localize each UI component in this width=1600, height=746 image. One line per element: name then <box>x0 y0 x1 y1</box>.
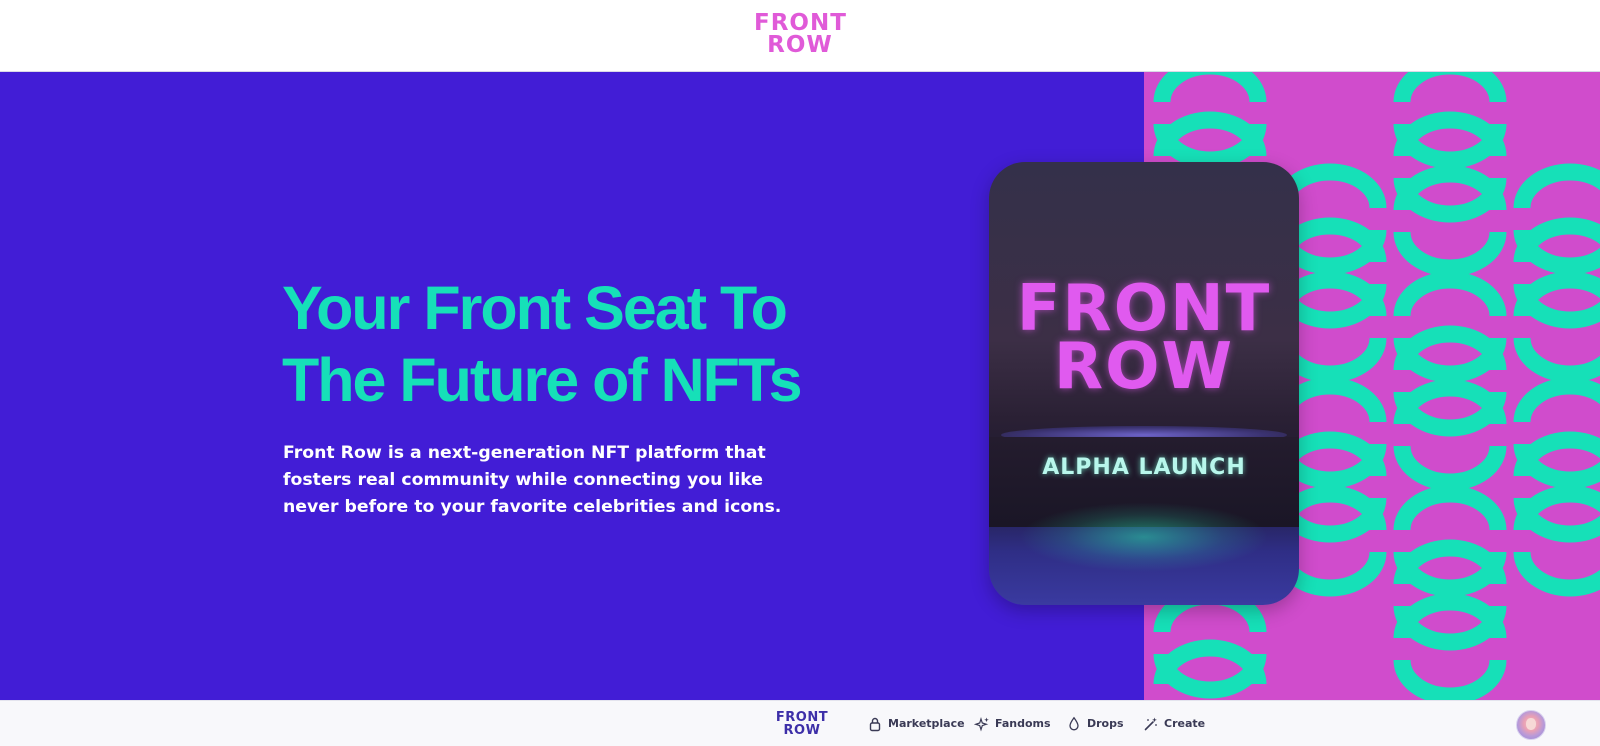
headline-line-2: The Future of NFTs <box>282 346 803 414</box>
card-caption: ALPHA LAUNCH <box>1042 455 1246 480</box>
nav-item-label: Create <box>1164 717 1206 730</box>
nav-item-create[interactable]: Create <box>1143 701 1205 746</box>
logo-line-1: FRONT <box>754 10 847 36</box>
magic-wand-icon <box>1143 716 1159 732</box>
user-avatar[interactable] <box>1516 710 1546 740</box>
hero-description: Front Row is a next-generation NFT platf… <box>283 443 782 517</box>
headline-line-1: Your Front Seat To <box>282 274 788 342</box>
top-header: FRONT ROW <box>0 0 1600 72</box>
logo-line-2: ROW <box>767 32 833 58</box>
lock-icon <box>867 716 883 732</box>
hero-headline: Your Front Seat To The Future of NFTs <box>282 272 842 416</box>
nav-item-label: Marketplace <box>888 717 965 730</box>
card-front-row-logo: FRONT ROW <box>1009 277 1279 404</box>
droplet-icon <box>1066 716 1082 732</box>
nav-item-fandoms[interactable]: Fandoms <box>974 701 1051 746</box>
card-logo-line-2: ROW <box>1053 330 1235 404</box>
nav-logo-line-2: ROW <box>783 723 821 738</box>
nav-item-label: Drops <box>1087 717 1124 730</box>
nav-item-label: Fandoms <box>995 717 1051 730</box>
bottom-nav-bar: FRONT ROW Marketplace Fandoms Drops Crea… <box>0 700 1600 746</box>
front-row-logo[interactable]: FRONT ROW <box>754 10 847 58</box>
alpha-launch-card[interactable]: FRONT ROW ALPHA LAUNCH <box>989 162 1299 605</box>
avatar-face <box>1526 718 1536 730</box>
pedestal-glow <box>1019 502 1269 572</box>
sparkles-icon <box>974 716 990 732</box>
nav-item-drops[interactable]: Drops <box>1066 701 1124 746</box>
nav-front-row-logo[interactable]: FRONT ROW <box>774 711 830 737</box>
nav-item-marketplace[interactable]: Marketplace <box>867 701 965 746</box>
